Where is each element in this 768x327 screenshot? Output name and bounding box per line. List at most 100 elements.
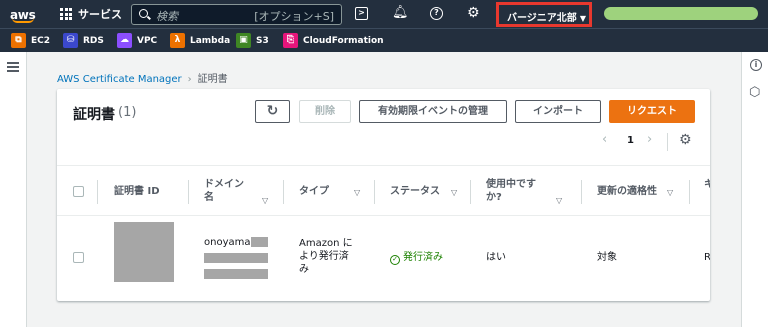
chevron-left-icon[interactable]: ‹ — [602, 132, 607, 147]
column-cert-id[interactable]: 証明書 ID — [114, 166, 194, 217]
top-navigation: aws サービス 検索 [オプション+S] > 🔔︎ ? ⚙ バージニア北部 ▼ — [0, 0, 768, 28]
import-button[interactable]: インポート — [515, 100, 601, 123]
grid-icon[interactable] — [60, 8, 72, 20]
column-divider — [97, 180, 98, 204]
redacted-domain — [204, 269, 268, 279]
column-label: タイプ — [299, 186, 329, 197]
search-icon — [139, 9, 148, 18]
type-value-line1: Amazon に — [299, 238, 353, 249]
request-button[interactable]: リクエスト — [609, 100, 695, 123]
column-divider — [283, 180, 284, 204]
column-type[interactable]: タイプ ▽ — [299, 166, 377, 217]
favorite-label: Lambda — [190, 35, 231, 46]
redacted-cert-id — [114, 222, 174, 282]
favorite-label: EC2 — [31, 35, 51, 46]
status-value: 発行済み — [403, 252, 443, 263]
region-label: バージニア北部 — [507, 13, 577, 24]
column-divider — [374, 180, 375, 204]
bell-icon[interactable]: 🔔︎ — [392, 5, 409, 20]
side-navigation-rail — [0, 52, 27, 327]
chevron-right-icon[interactable]: › — [647, 132, 652, 147]
sort-down-icon[interactable]: ▽ — [556, 194, 562, 207]
column-label: ステータス — [390, 186, 440, 197]
favorite-ec2[interactable]: ⧉ EC2 — [11, 33, 50, 48]
sort-down-icon[interactable]: ▽ — [262, 194, 268, 207]
select-all-checkbox[interactable] — [73, 186, 84, 197]
column-label-line1: ドメイン — [204, 179, 244, 190]
ec2-icon: ⧉ — [11, 33, 26, 48]
column-label: 更新の適格性 — [597, 186, 657, 197]
tools-rail: i ⬡ — [741, 52, 768, 327]
refresh-button[interactable]: ↻ — [255, 100, 290, 123]
hexagon-icon[interactable]: ⬡ — [749, 85, 760, 100]
region-selector[interactable]: バージニア北部 ▼ — [496, 2, 592, 27]
favorites-bar: ⧉ EC2 ⛁ RDS ☁ VPC λ Lambda ▣ S3 ⎘ CloudF… — [0, 28, 768, 52]
check-circle-icon: ✓ — [390, 255, 400, 265]
column-divider — [689, 180, 690, 204]
breadcrumb: AWS Certificate Manager › 証明書 — [57, 70, 228, 85]
domain-cell[interactable]: onoyama. — [204, 236, 254, 249]
breadcrumb-current: 証明書 — [197, 74, 228, 85]
table-settings-icon[interactable]: ⚙ — [679, 132, 692, 148]
favorite-vpc[interactable]: ☁ VPC — [117, 33, 157, 48]
certificates-panel: 証明書 (1) ↻ 削除 有効期限イベントの管理 インポート リクエスト ‹ 1… — [57, 89, 710, 301]
column-divider — [470, 180, 471, 204]
menu-icon[interactable] — [7, 62, 19, 72]
sort-down-icon[interactable]: ▽ — [667, 186, 673, 199]
search-placeholder: 検索 — [156, 10, 178, 23]
favorite-cloudformation[interactable]: ⎘ CloudFormation — [283, 33, 384, 48]
column-divider — [188, 180, 189, 204]
favorite-lambda[interactable]: λ Lambda — [170, 33, 230, 48]
type-cell: Amazon に より発行済 み — [299, 237, 353, 276]
divider — [667, 133, 668, 151]
status-cell: ✓ 発行済み — [390, 251, 443, 265]
manage-expiry-events-button[interactable]: 有効期限イベントの管理 — [359, 100, 507, 123]
page-number[interactable]: 1 — [627, 135, 634, 146]
lambda-icon: λ — [170, 33, 185, 48]
s3-icon: ▣ — [236, 33, 251, 48]
delete-button[interactable]: 削除 — [299, 100, 351, 123]
favorite-label: RDS — [83, 35, 104, 46]
renewal-cell: 対象 — [597, 252, 617, 263]
column-label-line2: 名 — [204, 192, 214, 203]
vpc-icon: ☁ — [117, 33, 132, 48]
sort-down-icon[interactable]: ▽ — [354, 186, 360, 199]
column-renewal[interactable]: 更新の適格性 ▽ — [597, 166, 692, 217]
row-checkbox[interactable] — [73, 252, 84, 263]
sort-down-icon[interactable]: ▽ — [451, 186, 457, 199]
table-header: 証明書 ID ドメイン 名 ▽ タイプ ▽ ステータス ▽ 使用中です か? ▽… — [57, 165, 710, 216]
column-label: キ — [704, 179, 710, 190]
column-domain[interactable]: ドメイン 名 ▽ — [204, 166, 274, 217]
aws-smile-icon — [12, 18, 34, 23]
aws-logo[interactable]: aws — [10, 4, 38, 24]
gear-icon[interactable]: ⚙ — [467, 5, 480, 21]
type-value-line3: み — [299, 264, 309, 275]
table-row: onoyama. Amazon に より発行済 み ✓ 発行済み はい 対象 R — [57, 216, 710, 301]
column-label-line2: か? — [486, 192, 502, 203]
refresh-icon: ↻ — [266, 103, 279, 119]
column-label-line1: 使用中です — [486, 179, 536, 190]
column-divider — [581, 180, 582, 204]
favorite-label: S3 — [256, 35, 269, 46]
favorite-label: CloudFormation — [303, 35, 384, 46]
caret-down-icon: ▼ — [579, 14, 586, 23]
cloudshell-icon[interactable]: > — [355, 7, 368, 20]
column-label: 証明書 ID — [114, 186, 160, 197]
services-menu[interactable]: サービス — [78, 6, 122, 22]
info-icon[interactable]: i — [750, 59, 762, 71]
account-menu[interactable] — [604, 7, 758, 20]
search-shortcut-hint: [オプション+S] — [254, 10, 334, 23]
column-in-use[interactable]: 使用中です か? ▽ — [486, 166, 581, 217]
breadcrumb-acm-link[interactable]: AWS Certificate Manager — [57, 74, 182, 85]
cloudformation-icon: ⎘ — [283, 33, 298, 48]
rds-icon: ⛁ — [63, 33, 78, 48]
help-icon[interactable]: ? — [430, 7, 443, 20]
favorite-rds[interactable]: ⛁ RDS — [63, 33, 104, 48]
in-use-cell: はい — [486, 252, 506, 263]
favorite-s3[interactable]: ▣ S3 — [236, 33, 269, 48]
column-next[interactable]: キ — [704, 166, 710, 217]
panel-title: 証明書 — [73, 107, 115, 123]
search-input[interactable]: 検索 [オプション+S] — [131, 4, 342, 25]
favorite-label: VPC — [137, 35, 158, 46]
redacted-domain — [204, 253, 268, 263]
